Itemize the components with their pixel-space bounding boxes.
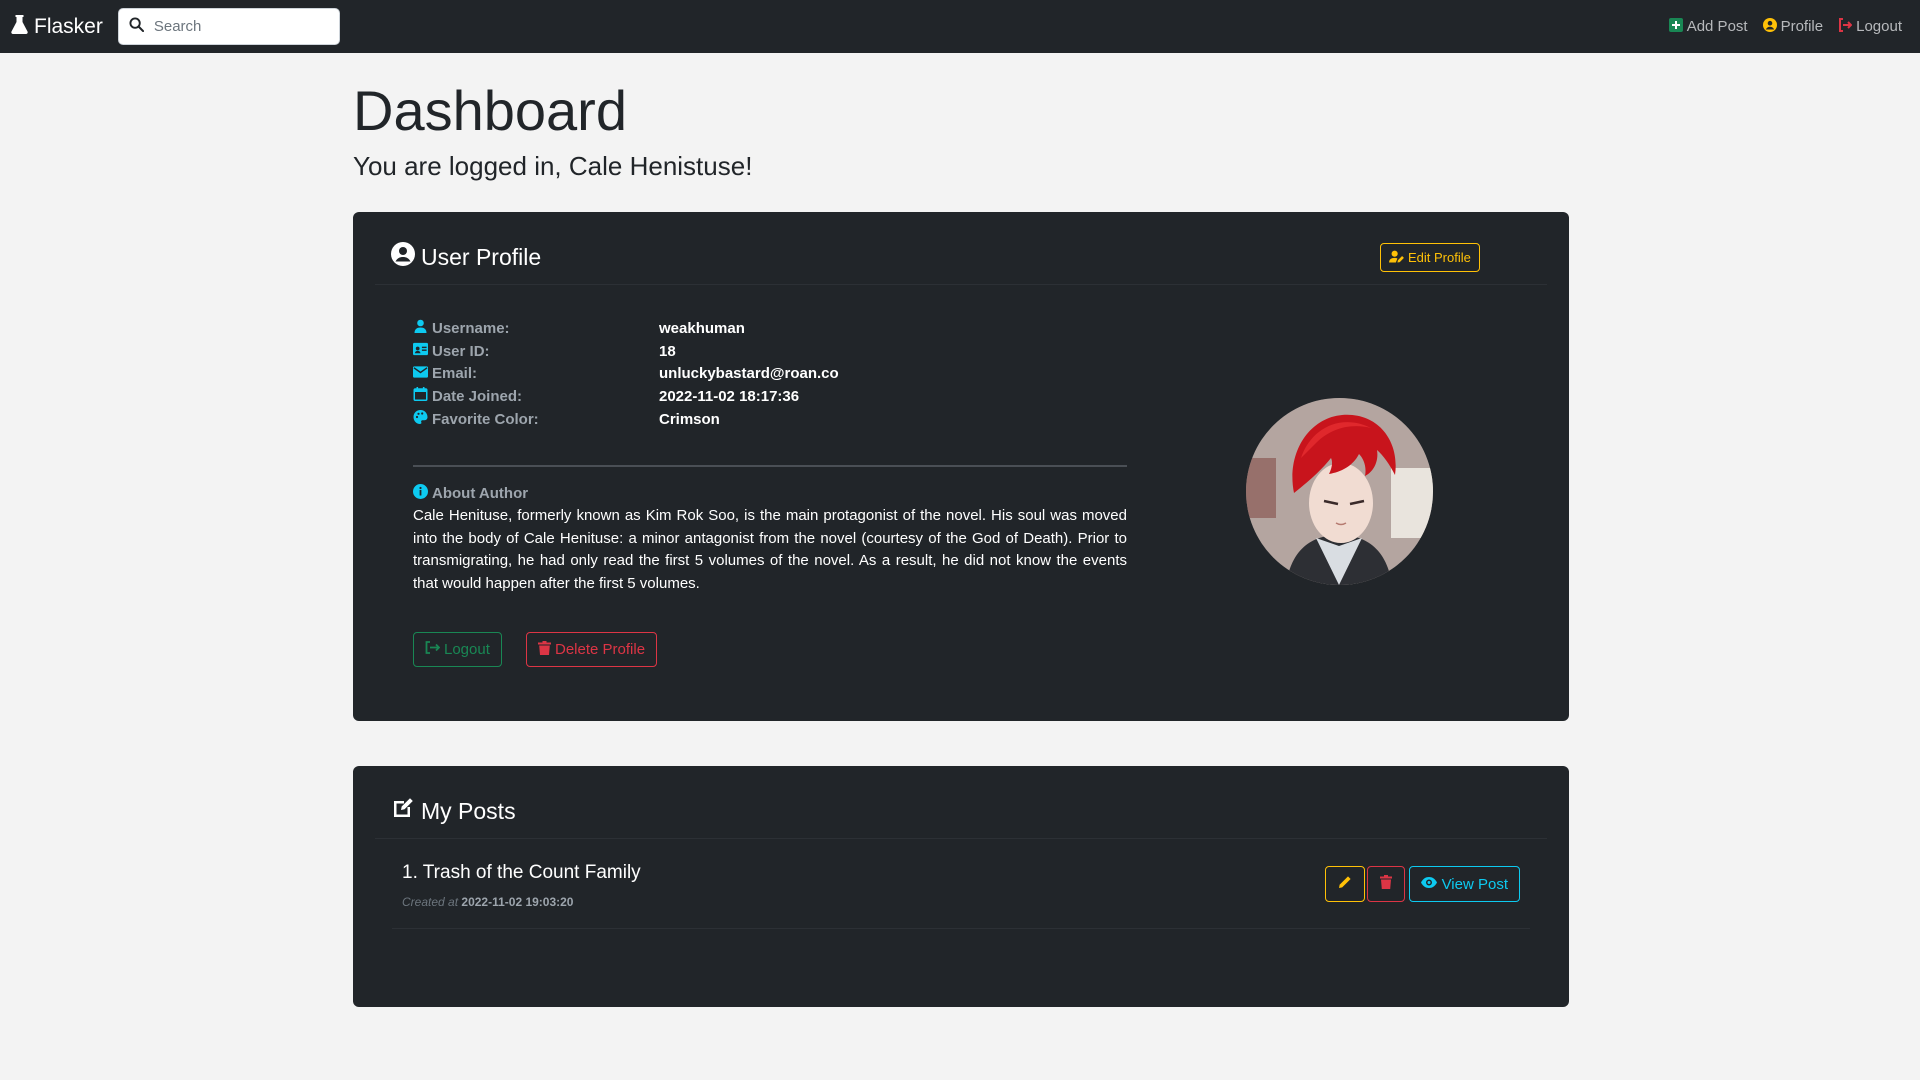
id-card-icon <box>413 342 428 360</box>
palette-icon <box>413 410 428 428</box>
delete-profile-button[interactable]: Delete Profile <box>526 632 658 667</box>
email-value: unluckybastard@roan.co <box>659 365 839 383</box>
post-title[interactable]: 1. Trash of the Count Family <box>402 862 641 884</box>
nav-logout[interactable]: Logout <box>1838 17 1902 36</box>
info-row-joined: Date Joined: 2022-11-02 18:17:36 <box>413 385 839 408</box>
user-circle-icon <box>391 242 415 272</box>
edit-profile-label: Edit Profile <box>1408 250 1471 265</box>
navbar: Flasker Add Post Profile Logout <box>0 0 1920 53</box>
edit-post-button[interactable] <box>1324 866 1365 902</box>
delete-profile-label: Delete Profile <box>555 641 646 658</box>
about-author-text: Cale Henituse, formerly known as Kim Rok… <box>413 507 1127 593</box>
post-actions: View Post <box>1324 866 1520 902</box>
posts-card-header: My Posts <box>375 766 1547 839</box>
nav-profile[interactable]: Profile <box>1762 17 1824 36</box>
about-author-label: About Author <box>432 485 529 502</box>
nav-logout-label: Logout <box>1856 18 1902 35</box>
info-row-color: Favorite Color: Crimson <box>413 408 839 431</box>
sign-out-icon <box>425 641 441 658</box>
color-value: Crimson <box>659 410 720 428</box>
post-created-prefix: Created at <box>402 895 459 909</box>
email-label: Email: <box>432 365 478 383</box>
flask-icon <box>11 14 28 40</box>
nav-add-post-label: Add Post <box>1686 18 1748 35</box>
sign-out-icon <box>1838 17 1853 36</box>
search-icon <box>129 16 144 37</box>
posts-card: My Posts 1. Trash of the Count Family Cr… <box>353 766 1569 1007</box>
user-edit-icon <box>1389 250 1404 266</box>
eye-icon <box>1420 876 1437 893</box>
page-subtitle: You are logged in, Cale Henistuse! <box>353 151 753 181</box>
info-circle-icon <box>413 484 428 503</box>
info-row-email: Email: unluckybastard@roan.co <box>413 362 839 385</box>
info-label: Username: <box>413 319 659 337</box>
logout-button[interactable]: Logout <box>413 632 502 667</box>
page-title: Dashboard <box>353 79 627 142</box>
logout-label: Logout <box>444 641 490 658</box>
info-label: Date Joined: <box>413 387 659 405</box>
info-label: Favorite Color: <box>413 410 659 428</box>
delete-post-button[interactable] <box>1366 866 1405 902</box>
info-row-username: Username: weakhuman <box>413 317 839 340</box>
search-input[interactable] <box>153 18 324 35</box>
post-created-date: 2022-11-02 19:03:20 <box>461 895 574 909</box>
nav-add-post[interactable]: Add Post <box>1668 17 1748 36</box>
nav-profile-label: Profile <box>1780 18 1824 35</box>
color-label: Favorite Color: <box>432 410 539 428</box>
profile-card: User Profile Edit Profile Username: weak… <box>353 212 1569 721</box>
userid-value: 18 <box>659 342 676 360</box>
username-value: weakhuman <box>659 319 745 337</box>
search-box[interactable] <box>117 8 340 45</box>
user-icon <box>413 319 428 337</box>
plus-square-icon <box>1668 17 1683 36</box>
profile-info-list: Username: weakhuman User ID: 18 Email: u… <box>413 317 839 430</box>
nav-links: Add Post Profile Logout <box>1668 0 1902 53</box>
edit-profile-button[interactable]: Edit Profile <box>1380 243 1480 272</box>
profile-card-title-label: User Profile <box>421 243 542 270</box>
post-meta: Created at 2022-11-02 19:03:20 <box>402 895 573 909</box>
about-author-heading: About Author <box>413 484 528 503</box>
posts-card-title-label: My Posts <box>421 797 516 824</box>
brand-link[interactable]: Flasker <box>11 14 103 40</box>
profile-card-title: User Profile <box>391 242 541 272</box>
userid-label: User ID: <box>432 342 490 360</box>
avatar <box>1246 398 1433 585</box>
calendar-icon <box>413 387 428 405</box>
profile-card-header: User Profile Edit Profile <box>375 212 1547 285</box>
username-label: Username: <box>432 319 510 337</box>
view-post-button[interactable]: View Post <box>1408 866 1520 902</box>
edit-square-icon <box>391 796 415 826</box>
info-label: User ID: <box>413 342 659 360</box>
trash-icon <box>538 640 551 659</box>
divider <box>413 465 1127 467</box>
trash-icon <box>1379 874 1392 894</box>
brand-label: Flasker <box>34 14 103 38</box>
pencil-icon <box>1338 875 1352 894</box>
info-row-userid: User ID: 18 <box>413 340 839 363</box>
user-circle-icon <box>1762 17 1777 36</box>
post-item: 1. Trash of the Count Family Created at … <box>392 856 1530 929</box>
joined-label: Date Joined: <box>432 387 523 405</box>
envelope-icon <box>413 365 428 383</box>
joined-value: 2022-11-02 18:17:36 <box>659 387 800 405</box>
posts-card-title: My Posts <box>391 796 516 826</box>
info-label: Email: <box>413 365 659 383</box>
view-post-label: View Post <box>1441 875 1508 893</box>
